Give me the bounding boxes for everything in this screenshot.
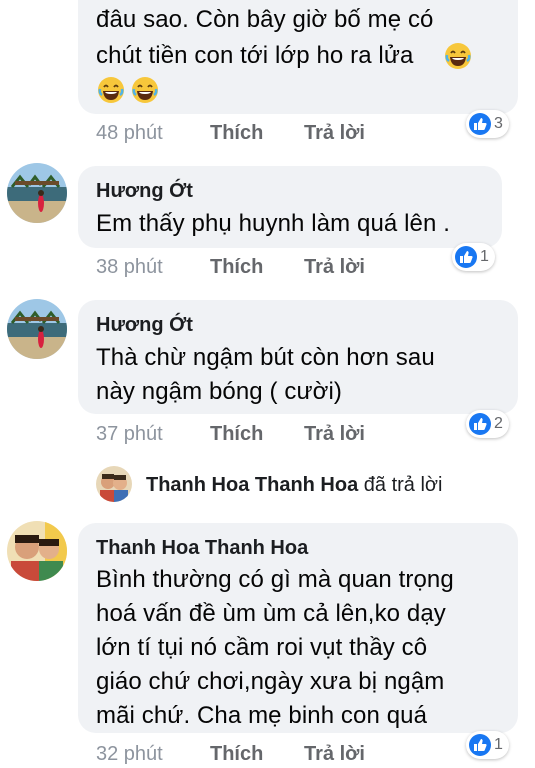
reaction-count: 2	[494, 415, 503, 432]
reply-avatar[interactable]	[96, 466, 132, 502]
like-button[interactable]: Thích	[210, 743, 263, 766]
reaction-badge[interactable]: 3	[466, 110, 509, 138]
reaction-count: 3	[494, 115, 503, 132]
comment-text-line: giáo chứ chơi,ngày xưa bị ngậm	[96, 668, 445, 695]
reply-notice-suffix: đã trả lời	[363, 474, 443, 496]
comment-time: 38 phút	[96, 256, 163, 278]
comment-author[interactable]: Thanh Hoa Thanh Hoa	[96, 537, 308, 560]
reaction-badge[interactable]: 2	[466, 410, 509, 438]
comment-time: 48 phút	[96, 122, 163, 144]
comment-author[interactable]: Hương Ớt	[96, 180, 193, 203]
avatar[interactable]	[7, 163, 67, 223]
avatar[interactable]	[7, 521, 67, 581]
laughing-emoji-icon	[131, 76, 159, 104]
reply-notice-name: Thanh Hoa Thanh Hoa	[146, 474, 359, 496]
thumbs-up-icon	[455, 246, 477, 268]
thumbs-up-icon	[469, 113, 491, 135]
comment-text-line: chút tiền con tới lớp ho ra lửa	[96, 42, 414, 69]
comment-text-line: Bình thường có gì mà quan trọng	[96, 566, 454, 593]
comment-text-line: này ngậm bóng ( cười)	[96, 378, 343, 405]
laughing-emoji-icon	[444, 42, 472, 70]
reply-button[interactable]: Trả lời	[304, 743, 365, 766]
comment-author[interactable]: Hương Ớt	[96, 314, 193, 337]
comment-time: 32 phút	[96, 743, 163, 765]
reply-button[interactable]: Trả lời	[304, 122, 365, 145]
like-button[interactable]: Thích	[210, 256, 263, 279]
comment-text-line: Thà chừ ngậm bút còn hơn sau	[96, 344, 435, 371]
comment-text-line: Em thấy phụ huynh làm quá lên .	[96, 210, 450, 237]
comment-text-line: hoá vấn đề ùm ùm cả lên,ko dạy	[96, 600, 446, 627]
reaction-badge[interactable]: 1	[452, 243, 495, 271]
reaction-count: 1	[494, 736, 503, 753]
avatar[interactable]	[7, 299, 67, 359]
laughing-emoji-icon	[97, 76, 125, 104]
reaction-badge[interactable]: 1	[466, 731, 509, 759]
reply-notice[interactable]: Thanh Hoa Thanh Hoa đã trả lời	[146, 474, 442, 497]
reply-button[interactable]: Trả lời	[304, 423, 365, 446]
comment-text-line: mãi chứ. Cha mẹ binh con quá	[96, 702, 428, 729]
like-button[interactable]: Thích	[210, 423, 263, 446]
comment-time: 37 phút	[96, 423, 163, 445]
comment-text-line: đâu sao. Còn bây giờ bố mẹ có	[96, 6, 434, 33]
thumbs-up-icon	[469, 734, 491, 756]
reply-button[interactable]: Trả lời	[304, 256, 365, 279]
comment-text-line: lớn tí tụi nó cầm roi vụt thầy cô	[96, 634, 428, 661]
thumbs-up-icon	[469, 413, 491, 435]
like-button[interactable]: Thích	[210, 122, 263, 145]
reaction-count: 1	[480, 248, 489, 265]
